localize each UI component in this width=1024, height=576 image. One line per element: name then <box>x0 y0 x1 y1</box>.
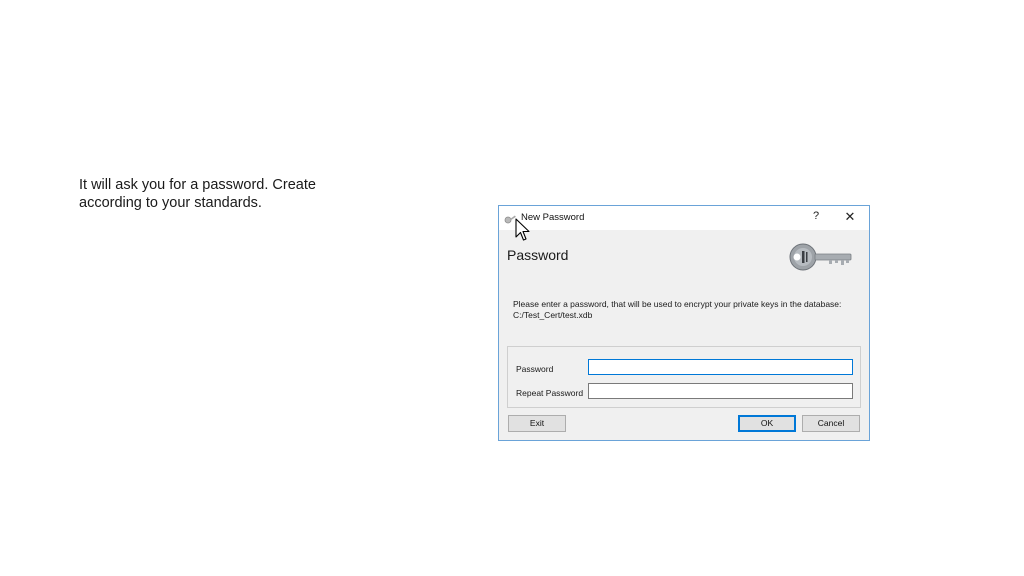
exit-button[interactable]: Exit <box>508 415 566 432</box>
dialog-heading: Password <box>507 247 569 263</box>
repeat-password-label: Repeat Password <box>516 388 584 398</box>
password-input[interactable] <box>588 359 853 375</box>
database-path: C:/Test_Cert/test.xdb <box>513 310 593 320</box>
password-fields-group: Password Repeat Password <box>507 346 861 408</box>
caption-line-1: It will ask you for a password. Create <box>79 177 316 193</box>
new-password-dialog: New Password ? ✕ Password Please enter a… <box>498 205 870 441</box>
dialog-description: Please enter a password, that will be us… <box>513 299 863 321</box>
slide-caption: It will ask you for a password. Create a… <box>79 176 369 212</box>
repeat-password-input[interactable] <box>588 383 853 399</box>
ok-button[interactable]: OK <box>738 415 796 432</box>
caption-line-2: according to your standards. <box>79 195 262 211</box>
dialog-titlebar[interactable]: New Password ? ✕ <box>499 206 869 230</box>
password-label: Password <box>516 364 554 374</box>
description-text: Please enter a password, that will be us… <box>513 299 842 309</box>
key-icon <box>789 242 857 272</box>
help-button[interactable]: ? <box>809 210 823 222</box>
cancel-button[interactable]: Cancel <box>802 415 860 432</box>
close-button[interactable]: ✕ <box>843 210 857 224</box>
arrow-cursor-icon <box>515 218 531 242</box>
